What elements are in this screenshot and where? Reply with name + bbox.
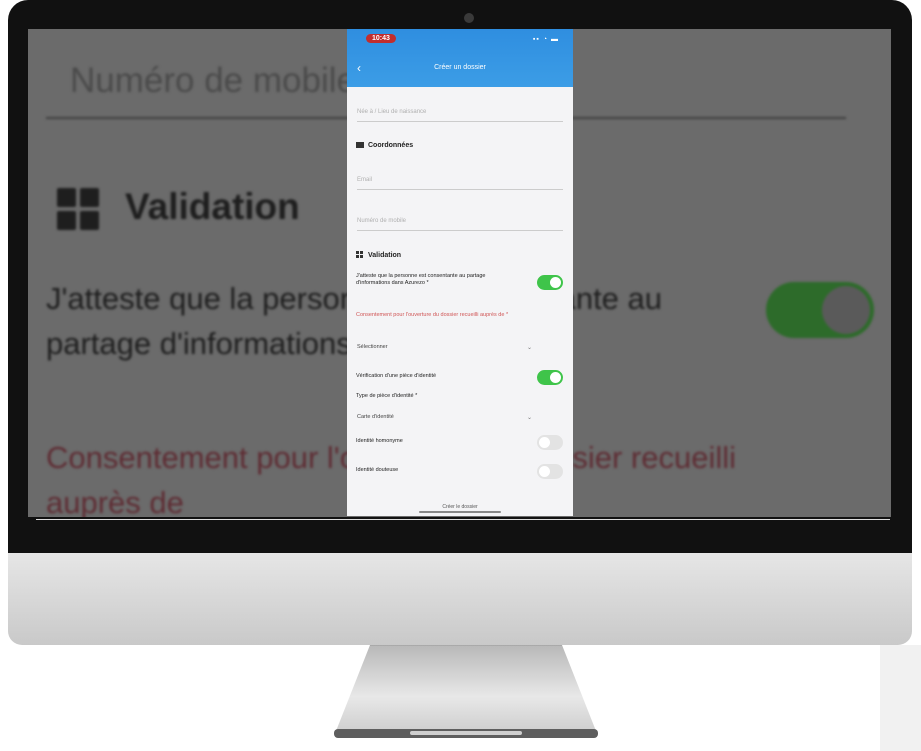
id-check-toggle[interactable] <box>537 370 563 385</box>
consent-toggle <box>766 282 874 338</box>
mobile-number-field: Numéro de mobile <box>70 61 356 100</box>
status-time: 10:43 <box>366 34 396 43</box>
homonym-toggle[interactable] <box>537 435 563 450</box>
consent-note: Consentement pour l'ouverture du dossier… <box>356 312 509 318</box>
doubtful-toggle[interactable] <box>537 464 563 479</box>
id-check-label: Vérification d'une pièce d'identité <box>356 373 437 379</box>
section-heading: Validation <box>125 186 300 227</box>
header-title: Créer un dossier <box>434 64 486 71</box>
chevron-down-icon: ⌄ <box>526 345 532 351</box>
phone-screen: 10:43 ▪▪ ◔ ▬ ‹ Créer un dossier Née à / … <box>347 29 573 516</box>
homonym-label: Identité homonyme <box>356 438 403 444</box>
grid-icon <box>57 188 99 230</box>
monitor-screen: Numéro de mobile Validation J'atteste qu… <box>28 29 891 517</box>
chevron-down-icon: ⌄ <box>526 415 532 421</box>
doubtful-label: Identité douteuse <box>356 467 399 473</box>
consent-select[interactable]: Sélectionner ⌄ <box>357 344 532 351</box>
birthplace-field[interactable]: Née à / Lieu de naissance <box>357 109 563 122</box>
app-header: 10:43 ▪▪ ◔ ▬ ‹ Créer un dossier <box>347 29 573 87</box>
id-type-select[interactable]: Carte d'identité ⌄ <box>357 414 532 421</box>
validation-heading: Validation <box>356 251 401 259</box>
status-icons: ▪▪ ◔ ▬ <box>532 36 559 43</box>
email-field[interactable]: Email <box>357 177 563 190</box>
id-type-label: Type de pièce d'identité * <box>356 393 418 399</box>
envelope-icon <box>356 142 364 149</box>
create-button[interactable]: Créer le dossier <box>409 501 511 513</box>
side-panel <box>880 645 921 751</box>
screen-bottom-line <box>36 519 890 520</box>
camera-icon <box>464 13 474 23</box>
monitor-stand <box>330 645 602 741</box>
grid-icon <box>356 251 364 259</box>
coordinates-heading: Coordonnées <box>356 142 413 149</box>
mobile-field[interactable]: Numéro de mobile <box>357 218 563 231</box>
consent-toggle[interactable] <box>537 275 563 290</box>
consent-text: J'atteste que la personne est consentant… <box>356 273 486 286</box>
monitor-chin <box>8 553 912 645</box>
